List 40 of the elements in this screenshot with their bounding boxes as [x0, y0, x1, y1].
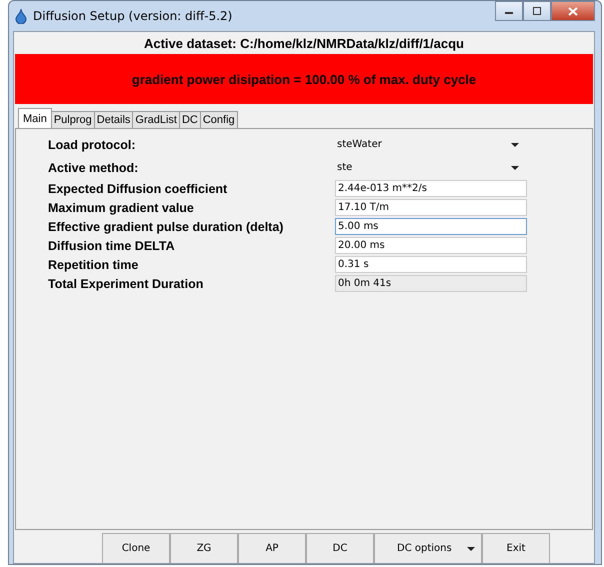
- tab[interactable]: Config: [200, 111, 238, 128]
- readonly-field: 0h 0m 41s: [335, 275, 527, 292]
- tab[interactable]: Main: [18, 108, 52, 128]
- field-label: Diffusion time DELTA: [48, 238, 176, 252]
- minimize-button[interactable]: [495, 1, 523, 21]
- active-dataset-label: Active dataset: C:/home/klz/NMRData/klz/diff/1/acqu: [142, 35, 465, 53]
- water-drop-icon: [15, 8, 27, 24]
- input-field[interactable]: 20.00 ms: [335, 237, 527, 254]
- maximize-icon: [532, 7, 542, 15]
- field-label: Load protocol:: [48, 138, 136, 152]
- dropdown[interactable]: ste: [335, 162, 527, 173]
- field-label: Expected Diffusion coefficient: [48, 182, 228, 196]
- warning-banner: gradient power disipation = 100.00 % of max. duty cycle: [15, 54, 593, 104]
- input-field[interactable]: 2.44e-013 m**2/s: [335, 180, 527, 197]
- field-label: Repetition time: [48, 258, 140, 272]
- caret-icon: [467, 546, 475, 550]
- action-button[interactable]: DC: [306, 533, 374, 563]
- window-title: Diffusion Setup (version: diff-5.2): [33, 9, 232, 23]
- input-field[interactable]: 5.00 ms: [335, 218, 527, 235]
- tab[interactable]: DC: [178, 111, 201, 128]
- tab[interactable]: GradList: [132, 111, 180, 128]
- field-label: Maximum gradient value: [48, 200, 195, 214]
- tab[interactable]: Pulprog: [50, 111, 95, 128]
- action-button[interactable]: AP: [238, 533, 306, 563]
- field-label: Total Experiment Duration: [48, 276, 204, 290]
- action-button[interactable]: Exit: [482, 533, 550, 563]
- input-field[interactable]: 17.10 T/m: [335, 199, 527, 216]
- maximize-button[interactable]: [523, 1, 551, 21]
- action-button[interactable]: Clone: [102, 533, 170, 563]
- caret-icon: [511, 166, 519, 170]
- close-button[interactable]: [551, 1, 595, 21]
- tab[interactable]: Details: [94, 111, 134, 128]
- dc-options-menu-button[interactable]: DC options: [374, 533, 482, 563]
- input-field[interactable]: 0.31 s: [335, 256, 527, 273]
- dropdown[interactable]: steWater: [335, 139, 527, 150]
- field-label: Effective gradient pulse duration (delta): [48, 220, 284, 234]
- close-icon: [568, 6, 578, 16]
- action-button[interactable]: ZG: [170, 533, 238, 563]
- caret-icon: [511, 142, 519, 146]
- field-label: Active method:: [48, 160, 140, 174]
